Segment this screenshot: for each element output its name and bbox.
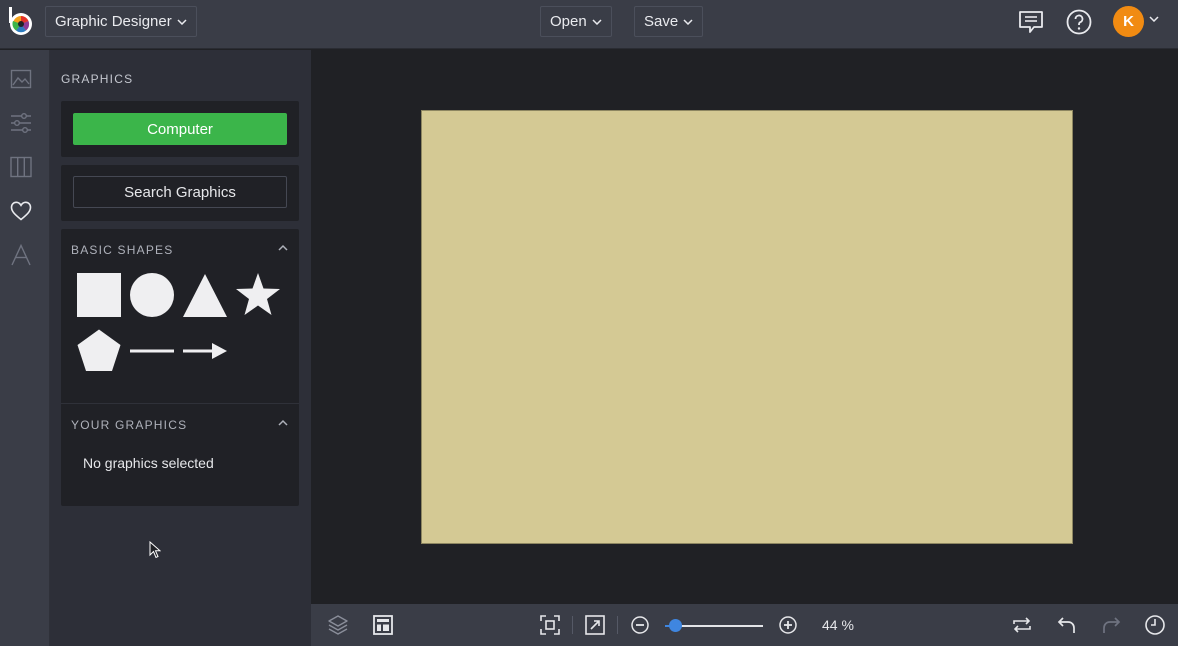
your-graphics-heading: YOUR GRAPHICS [71,418,188,432]
avatar[interactable]: K [1113,6,1144,37]
zoom-percentage[interactable]: 44 % [822,617,854,633]
template-layout-icon[interactable] [372,614,394,636]
redo-icon[interactable] [1100,614,1122,636]
avatar-initial: K [1123,13,1134,30]
chevron-down-icon [177,18,187,25]
zoom-slider[interactable] [665,619,763,632]
arrow-shape-icon[interactable] [182,328,228,374]
section-divider [61,403,299,404]
graphics-panel: GRAPHICS Computer Search Graphics BASIC … [50,50,311,646]
computer-upload-card: Computer [61,101,299,157]
adjustments-icon[interactable] [10,112,32,134]
history-clock-icon[interactable] [1144,614,1166,636]
top-bar: Graphic Designer Open Save K [0,0,1178,49]
zoom-out-icon[interactable] [629,614,651,636]
star-shape-icon[interactable] [235,272,281,318]
circle-shape-icon[interactable] [129,272,175,318]
chevron-down-icon[interactable] [1149,16,1159,22]
open-button[interactable]: Open [540,6,612,37]
flip-swap-icon[interactable] [1011,614,1033,636]
app-switcher-dropdown[interactable]: Graphic Designer [45,6,197,37]
help-icon[interactable] [1065,8,1093,36]
app-switcher-label: Graphic Designer [55,13,172,30]
triangle-shape-icon[interactable] [182,272,228,318]
tool-rail [0,50,50,646]
bottom-toolbar: 44 % [311,604,1178,646]
open-label: Open [550,13,587,30]
search-graphics-button[interactable]: Search Graphics [73,176,287,208]
workspace [311,50,1178,604]
pentagon-shape-icon[interactable] [76,328,122,374]
undo-icon[interactable] [1056,614,1078,636]
befunky-logo-icon[interactable] [8,7,34,37]
toolbar-separator [572,616,573,634]
square-shape-icon[interactable] [76,272,122,318]
actual-size-icon[interactable] [584,614,606,636]
design-canvas[interactable] [421,110,1073,544]
save-label: Save [644,13,679,30]
zoom-slider-thumb[interactable] [669,619,682,632]
save-button[interactable]: Save [634,6,704,37]
chevron-up-icon[interactable] [277,417,289,429]
text-icon[interactable] [10,244,32,266]
chevron-down-icon [683,18,693,25]
chevron-down-icon [592,18,602,25]
panel-title: GRAPHICS [61,72,134,86]
chat-feedback-icon[interactable] [1017,8,1045,36]
chevron-up-icon[interactable] [277,242,289,254]
layout-columns-icon[interactable] [10,156,32,178]
search-graphics-card: Search Graphics [61,165,299,221]
layers-icon[interactable] [327,614,349,636]
computer-upload-button[interactable]: Computer [73,113,287,145]
basic-shapes-heading: BASIC SHAPES [71,243,174,257]
toolbar-separator [617,616,618,634]
zoom-in-icon[interactable] [777,614,799,636]
line-shape-icon[interactable] [129,328,175,374]
fit-to-screen-icon[interactable] [539,614,561,636]
image-icon[interactable] [10,68,32,90]
mouse-pointer-icon [149,541,161,559]
shapes-card: BASIC SHAPES YOUR GRAPHICS No graphics s… [61,229,299,506]
no-graphics-message: No graphics selected [83,455,214,471]
heart-graphics-icon[interactable] [10,200,32,222]
